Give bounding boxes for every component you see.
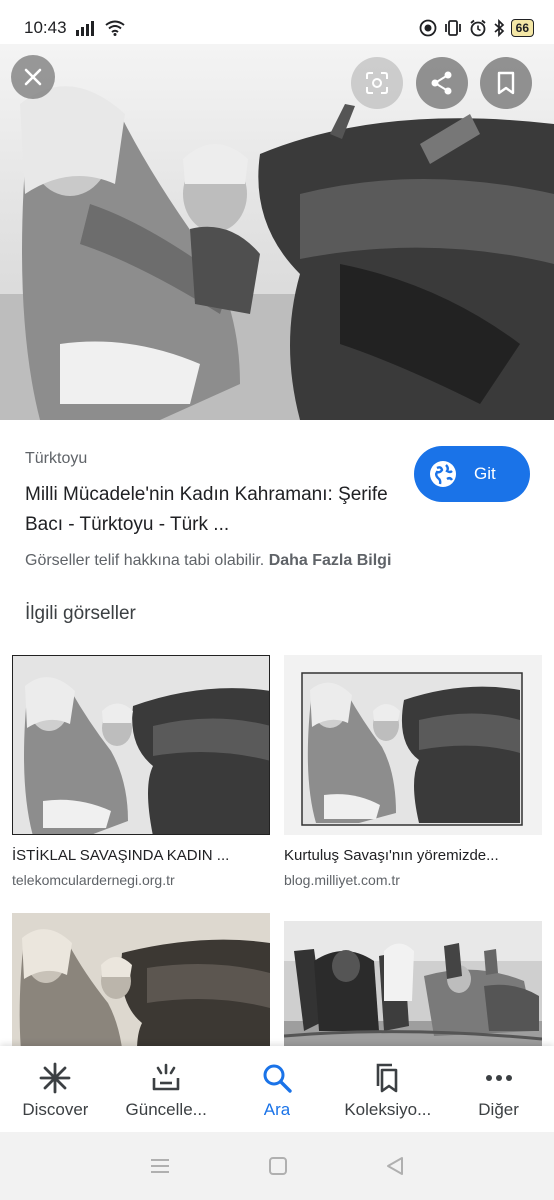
related-image-caption[interactable]: İSTİKLAL SAVAŞINDA KADIN ... bbox=[12, 847, 270, 864]
thumbnail-photo bbox=[13, 656, 269, 834]
nav-more-label: Diğer bbox=[478, 1100, 519, 1119]
bookmark-icon bbox=[497, 71, 515, 95]
home-icon[interactable] bbox=[267, 1155, 289, 1177]
related-image-thumbnail[interactable] bbox=[12, 655, 270, 835]
recents-menu-icon[interactable] bbox=[148, 1156, 172, 1176]
nav-discover-label: Discover bbox=[22, 1100, 89, 1119]
nav-collections-label: Koleksiyo... bbox=[344, 1100, 432, 1119]
status-time: 10:43 bbox=[24, 18, 67, 37]
nav-discover[interactable]: Discover bbox=[3, 1062, 107, 1120]
close-icon bbox=[24, 68, 42, 86]
visit-button[interactable]: Git bbox=[414, 446, 530, 502]
bottom-navigation: Discover Güncelle... Ara Koleksiyo... Di… bbox=[0, 1046, 554, 1132]
related-image-caption[interactable]: Kurtuluş Savaşı'nın yöremizde... bbox=[284, 847, 542, 864]
visit-label: Git bbox=[474, 464, 496, 483]
related-image-card[interactable]: İSTİKLAL SAVAŞINDA KADIN ... telekomcula… bbox=[12, 655, 270, 888]
updates-icon bbox=[152, 1063, 180, 1091]
bluetooth-icon bbox=[494, 19, 504, 37]
nav-updates-label: Güncelle... bbox=[125, 1100, 207, 1119]
related-image-thumbnail[interactable] bbox=[284, 655, 542, 835]
globe-icon bbox=[430, 461, 456, 487]
thumbnail-photo bbox=[284, 655, 542, 835]
wifi-icon bbox=[104, 20, 125, 36]
signal-icon bbox=[75, 21, 94, 36]
copyright-notice: Görseller telif hakkına tabi olabilir. D… bbox=[25, 552, 391, 570]
lens-button[interactable] bbox=[351, 57, 403, 109]
save-button[interactable] bbox=[480, 57, 532, 109]
related-image-card[interactable]: Kurtuluş Savaşı'nın yöremizde... blog.mi… bbox=[284, 655, 542, 888]
nav-more[interactable]: Diğer bbox=[447, 1062, 551, 1120]
back-icon[interactable] bbox=[384, 1155, 406, 1177]
lens-icon bbox=[366, 72, 388, 94]
vibrate-icon bbox=[444, 20, 461, 36]
result-title[interactable]: Milli Mücadele'nin Kadın Kahramanı: Şeri… bbox=[25, 480, 405, 540]
more-icon bbox=[485, 1075, 512, 1081]
nav-updates[interactable]: Güncelle... bbox=[114, 1062, 218, 1120]
share-icon bbox=[431, 71, 452, 95]
collections-icon bbox=[376, 1063, 398, 1093]
nav-collections[interactable]: Koleksiyo... bbox=[336, 1062, 440, 1120]
nav-search-label: Ara bbox=[263, 1100, 291, 1119]
hero-image[interactable] bbox=[0, 44, 554, 420]
record-icon bbox=[419, 19, 437, 37]
status-bar: 10:43 66 bbox=[0, 0, 554, 56]
more-info-link[interactable]: Daha Fazla Bilgi bbox=[269, 552, 392, 569]
battery-indicator: 66 bbox=[510, 19, 534, 37]
hero-photo bbox=[0, 44, 554, 420]
related-image-domain: blog.milliyet.com.tr bbox=[284, 872, 400, 888]
alarm-icon bbox=[470, 19, 486, 37]
related-image-domain: telekomculardernegi.org.tr bbox=[12, 872, 175, 888]
related-images-heading: İlgili görseller bbox=[25, 603, 136, 624]
close-button[interactable] bbox=[11, 55, 55, 99]
copyright-text: Görseller telif hakkına tabi olabilir. bbox=[25, 552, 265, 569]
nav-search[interactable]: Ara bbox=[225, 1062, 329, 1120]
source-site[interactable]: Türktoyu bbox=[25, 450, 87, 468]
asterisk-icon bbox=[39, 1062, 71, 1094]
search-icon bbox=[263, 1064, 292, 1093]
share-button[interactable] bbox=[416, 57, 468, 109]
system-navigation-bar bbox=[0, 1132, 554, 1200]
